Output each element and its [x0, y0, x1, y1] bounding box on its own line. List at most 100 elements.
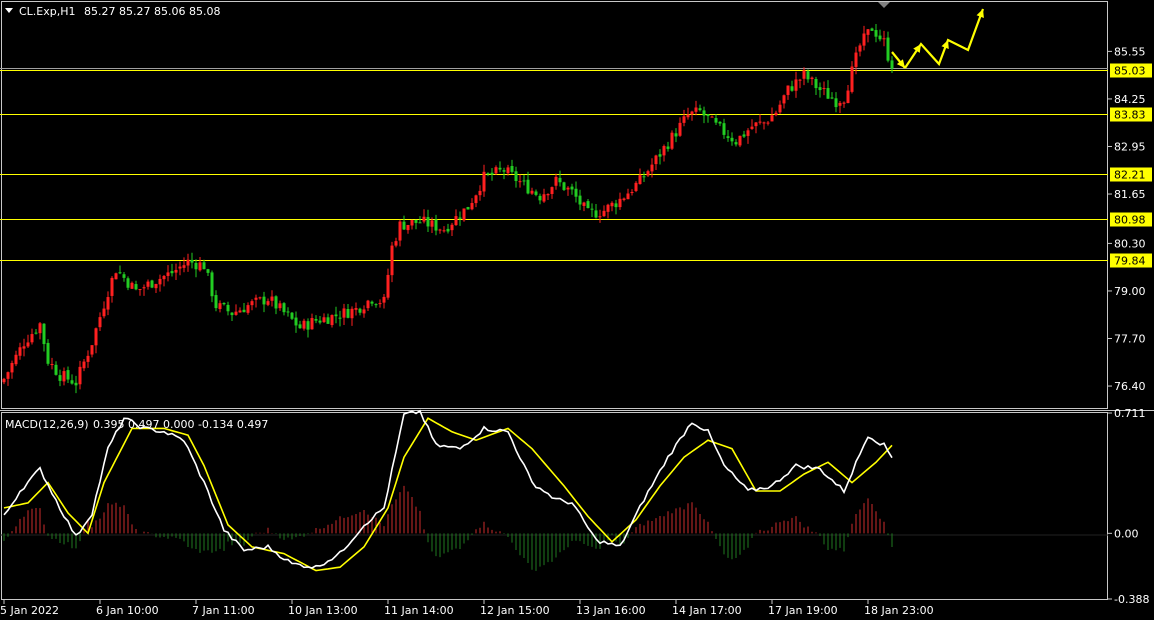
candle-body	[310, 318, 314, 330]
price-tick-label: 77.70	[1114, 333, 1146, 346]
candle-body	[114, 273, 118, 280]
candle-body	[426, 217, 430, 227]
price-tick-label: 84.25	[1114, 93, 1146, 106]
candle-body	[594, 210, 598, 218]
candle-body	[690, 111, 694, 115]
candle-body	[794, 79, 798, 91]
candle-body	[202, 262, 206, 270]
candle-body	[738, 135, 742, 146]
ohlc-values: 85.27 85.27 85.06 85.08	[84, 5, 220, 18]
candle-body	[66, 370, 70, 380]
candle-body	[590, 208, 594, 210]
candle-body	[154, 283, 158, 289]
candle-body	[858, 45, 862, 52]
candle-body	[826, 88, 830, 99]
candle-body	[38, 323, 42, 334]
candle-body	[718, 121, 722, 124]
candle-body	[262, 296, 266, 305]
candle-body	[810, 77, 814, 80]
candle-body	[774, 112, 778, 116]
candle-body	[58, 375, 62, 381]
level-label: 83.83	[1114, 109, 1146, 122]
candle-body	[462, 208, 466, 221]
candle-body	[318, 320, 322, 323]
candle-body	[570, 186, 574, 190]
candle-body	[466, 207, 470, 210]
candle-body	[186, 259, 190, 266]
candle-body	[486, 173, 490, 175]
candle-body	[846, 90, 850, 104]
candle-body	[790, 86, 794, 91]
candle-body	[782, 95, 786, 104]
candle-body	[646, 171, 650, 176]
candle-body	[502, 170, 506, 172]
candle-body	[166, 272, 170, 276]
candle-body	[506, 167, 510, 174]
candle-body	[870, 28, 874, 31]
candle-body	[278, 303, 282, 309]
candle-body	[118, 272, 122, 274]
candle-body	[742, 134, 746, 137]
candle-body	[814, 79, 818, 89]
candle-body	[430, 220, 434, 227]
candle-body	[238, 310, 242, 313]
candle-body	[338, 317, 342, 319]
candle-body	[606, 204, 610, 212]
candle-body	[298, 324, 302, 329]
candle-body	[214, 295, 218, 309]
candle-body	[390, 245, 394, 276]
candle-body	[210, 272, 214, 297]
candle-body	[330, 315, 334, 326]
candle-body	[374, 304, 378, 306]
macd-values: 0.395 0.497 0.000 -0.134 0.497	[93, 418, 268, 431]
candle-body	[770, 115, 774, 122]
candle-body	[578, 195, 582, 205]
candle-body	[750, 126, 754, 129]
candle-body	[50, 364, 54, 366]
candle-body	[442, 230, 446, 232]
price-tick-label: 82.95	[1114, 140, 1146, 153]
candle-body	[478, 190, 482, 196]
candle-body	[106, 297, 110, 310]
candle-body	[34, 332, 38, 334]
candle-body	[258, 297, 262, 299]
candle-body	[102, 308, 106, 317]
level-label: 79.84	[1114, 255, 1146, 268]
candle-body	[490, 172, 494, 175]
candle-body	[110, 277, 114, 296]
candle-body	[482, 171, 486, 192]
chart-canvas[interactable]: 85.55 84.25 82.95 81.65 80.30 79.00 77.70 76.40…	[0, 0, 1154, 620]
candle-body	[126, 278, 130, 288]
candle-body	[10, 362, 14, 373]
candle-body	[518, 181, 522, 183]
candle-body	[706, 114, 710, 117]
candle-body	[886, 37, 890, 61]
candle-body	[226, 304, 230, 312]
candle-body	[198, 262, 202, 271]
candle-body	[266, 301, 270, 305]
candle-body	[542, 194, 546, 202]
candle-body	[498, 167, 502, 170]
candle-body	[734, 142, 738, 145]
candle-body	[878, 35, 882, 40]
candle-body	[758, 121, 762, 123]
price-tick-label: 85.55	[1114, 45, 1146, 58]
candle-body	[658, 154, 662, 157]
level-label: 85.03	[1114, 65, 1146, 78]
candle-body	[98, 317, 102, 328]
candle-body	[746, 130, 750, 136]
candle-body	[678, 122, 682, 136]
candle-body	[554, 176, 558, 186]
candle-body	[422, 216, 426, 222]
price-tick-label: 79.00	[1114, 285, 1146, 298]
candle-body	[6, 372, 10, 379]
candle-body	[138, 289, 142, 291]
time-tick-label: 18 Jan 23:00	[864, 604, 934, 617]
candle-body	[30, 334, 34, 343]
candle-body	[730, 137, 734, 142]
candle-body	[178, 266, 182, 269]
price-tick-label: 81.65	[1114, 188, 1146, 201]
candle-body	[134, 284, 138, 290]
candle-body	[822, 88, 826, 90]
candle-body	[342, 308, 346, 318]
